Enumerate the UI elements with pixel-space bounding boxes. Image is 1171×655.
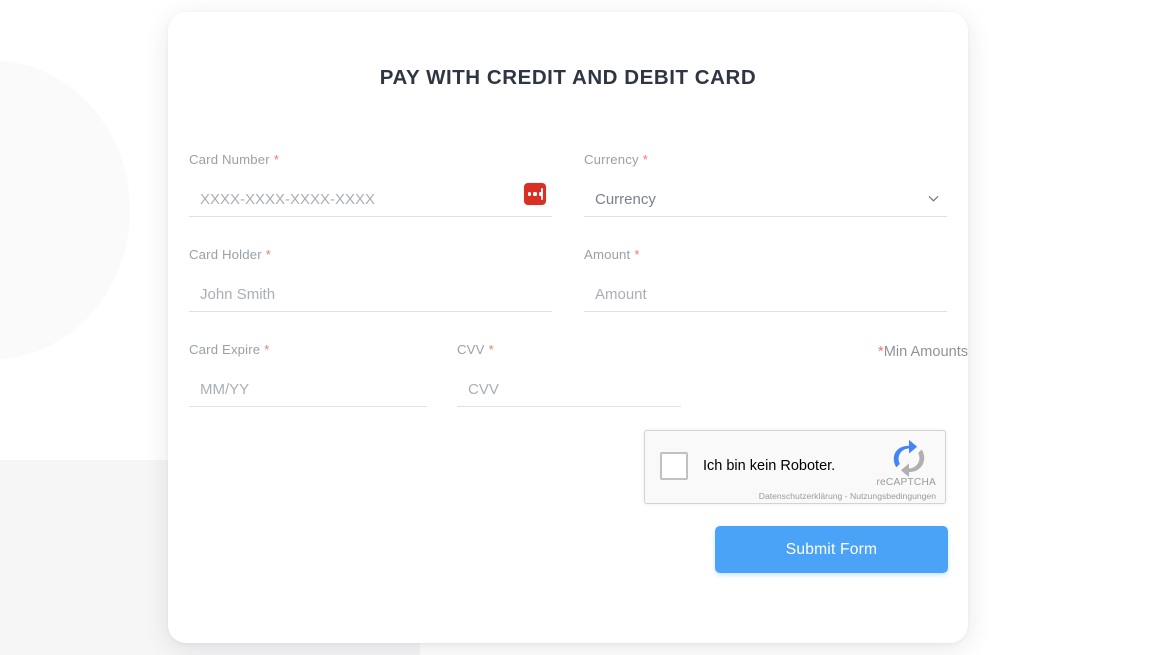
- amount-input[interactable]: [584, 278, 947, 311]
- card-expire-input[interactable]: [189, 373, 427, 406]
- min-amounts-note: *Min Amounts: [878, 344, 968, 360]
- card-number-input-wrapper: [189, 183, 552, 217]
- recaptcha-checkbox[interactable]: [660, 452, 688, 480]
- payment-form-card: PAY WITH CREDIT AND DEBIT CARD Card Numb…: [168, 12, 968, 643]
- recaptcha-widget[interactable]: Ich bin kein Roboter. reCAPTCHA Datensch…: [644, 430, 946, 504]
- amount-label: Amount *: [584, 247, 640, 262]
- cvv-input-wrapper: [457, 373, 681, 407]
- cvv-label: CVV *: [457, 342, 494, 357]
- field-card-holder: Card Holder *: [189, 247, 552, 312]
- dot-icon: [528, 192, 532, 196]
- recaptcha-logo-icon: [887, 439, 931, 477]
- payment-form: Card Number* Currency* Currency: [189, 152, 968, 437]
- form-row-1: Card Number* Currency* Currency: [189, 152, 947, 247]
- field-card-expire: Card Expire *: [189, 342, 427, 407]
- currency-select[interactable]: Currency: [584, 183, 947, 216]
- required-asterisk: *: [264, 342, 270, 357]
- currency-select-wrapper: Currency: [584, 183, 947, 217]
- required-asterisk: *: [488, 342, 494, 357]
- dot-icon: [533, 192, 537, 196]
- amount-input-wrapper: [584, 278, 947, 312]
- recaptcha-brand: reCAPTCHA: [876, 477, 936, 488]
- recaptcha-terms-link[interactable]: Nutzungsbedingungen: [850, 491, 936, 501]
- card-number-input[interactable]: [189, 183, 552, 216]
- required-asterisk: *: [265, 247, 271, 262]
- field-card-number: Card Number *: [189, 152, 552, 217]
- field-currency: Currency * Currency: [584, 152, 947, 217]
- currency-label: Currency *: [584, 152, 648, 167]
- cvv-input[interactable]: [457, 373, 681, 406]
- required-asterisk: *: [634, 247, 640, 262]
- recaptcha-separator: -: [842, 491, 850, 501]
- card-expire-label: Card Expire *: [189, 342, 270, 357]
- card-holder-input[interactable]: [189, 278, 552, 311]
- form-row-2: Card Holder* Amount*: [189, 247, 947, 342]
- icon-bar: [541, 188, 544, 200]
- min-amounts-text: Min Amounts: [883, 344, 969, 360]
- recaptcha-privacy-link[interactable]: Datenschutzerklärung: [759, 491, 843, 501]
- password-manager-icon[interactable]: [524, 183, 546, 205]
- field-cvv: CVV *: [457, 342, 681, 407]
- page-title: PAY WITH CREDIT AND DEBIT CARD: [379, 66, 757, 89]
- recaptcha-label: Ich bin kein Roboter.: [703, 458, 836, 474]
- recaptcha-legal-links: Datenschutzerklärung - Nutzungsbedingung…: [759, 491, 936, 501]
- card-holder-label: Card Holder *: [189, 247, 271, 262]
- form-row-3: Card Expire* CVV* *Min Amounts: [189, 342, 968, 437]
- card-expire-input-wrapper: [189, 373, 427, 407]
- required-asterisk: *: [642, 152, 648, 167]
- card-holder-input-wrapper: [189, 278, 552, 312]
- required-asterisk: *: [273, 152, 280, 167]
- submit-form-button[interactable]: Submit Form: [715, 526, 948, 573]
- background-blob-shape: [0, 60, 130, 360]
- card-number-label: Card Number *: [189, 152, 280, 167]
- field-amount: Amount *: [584, 247, 947, 312]
